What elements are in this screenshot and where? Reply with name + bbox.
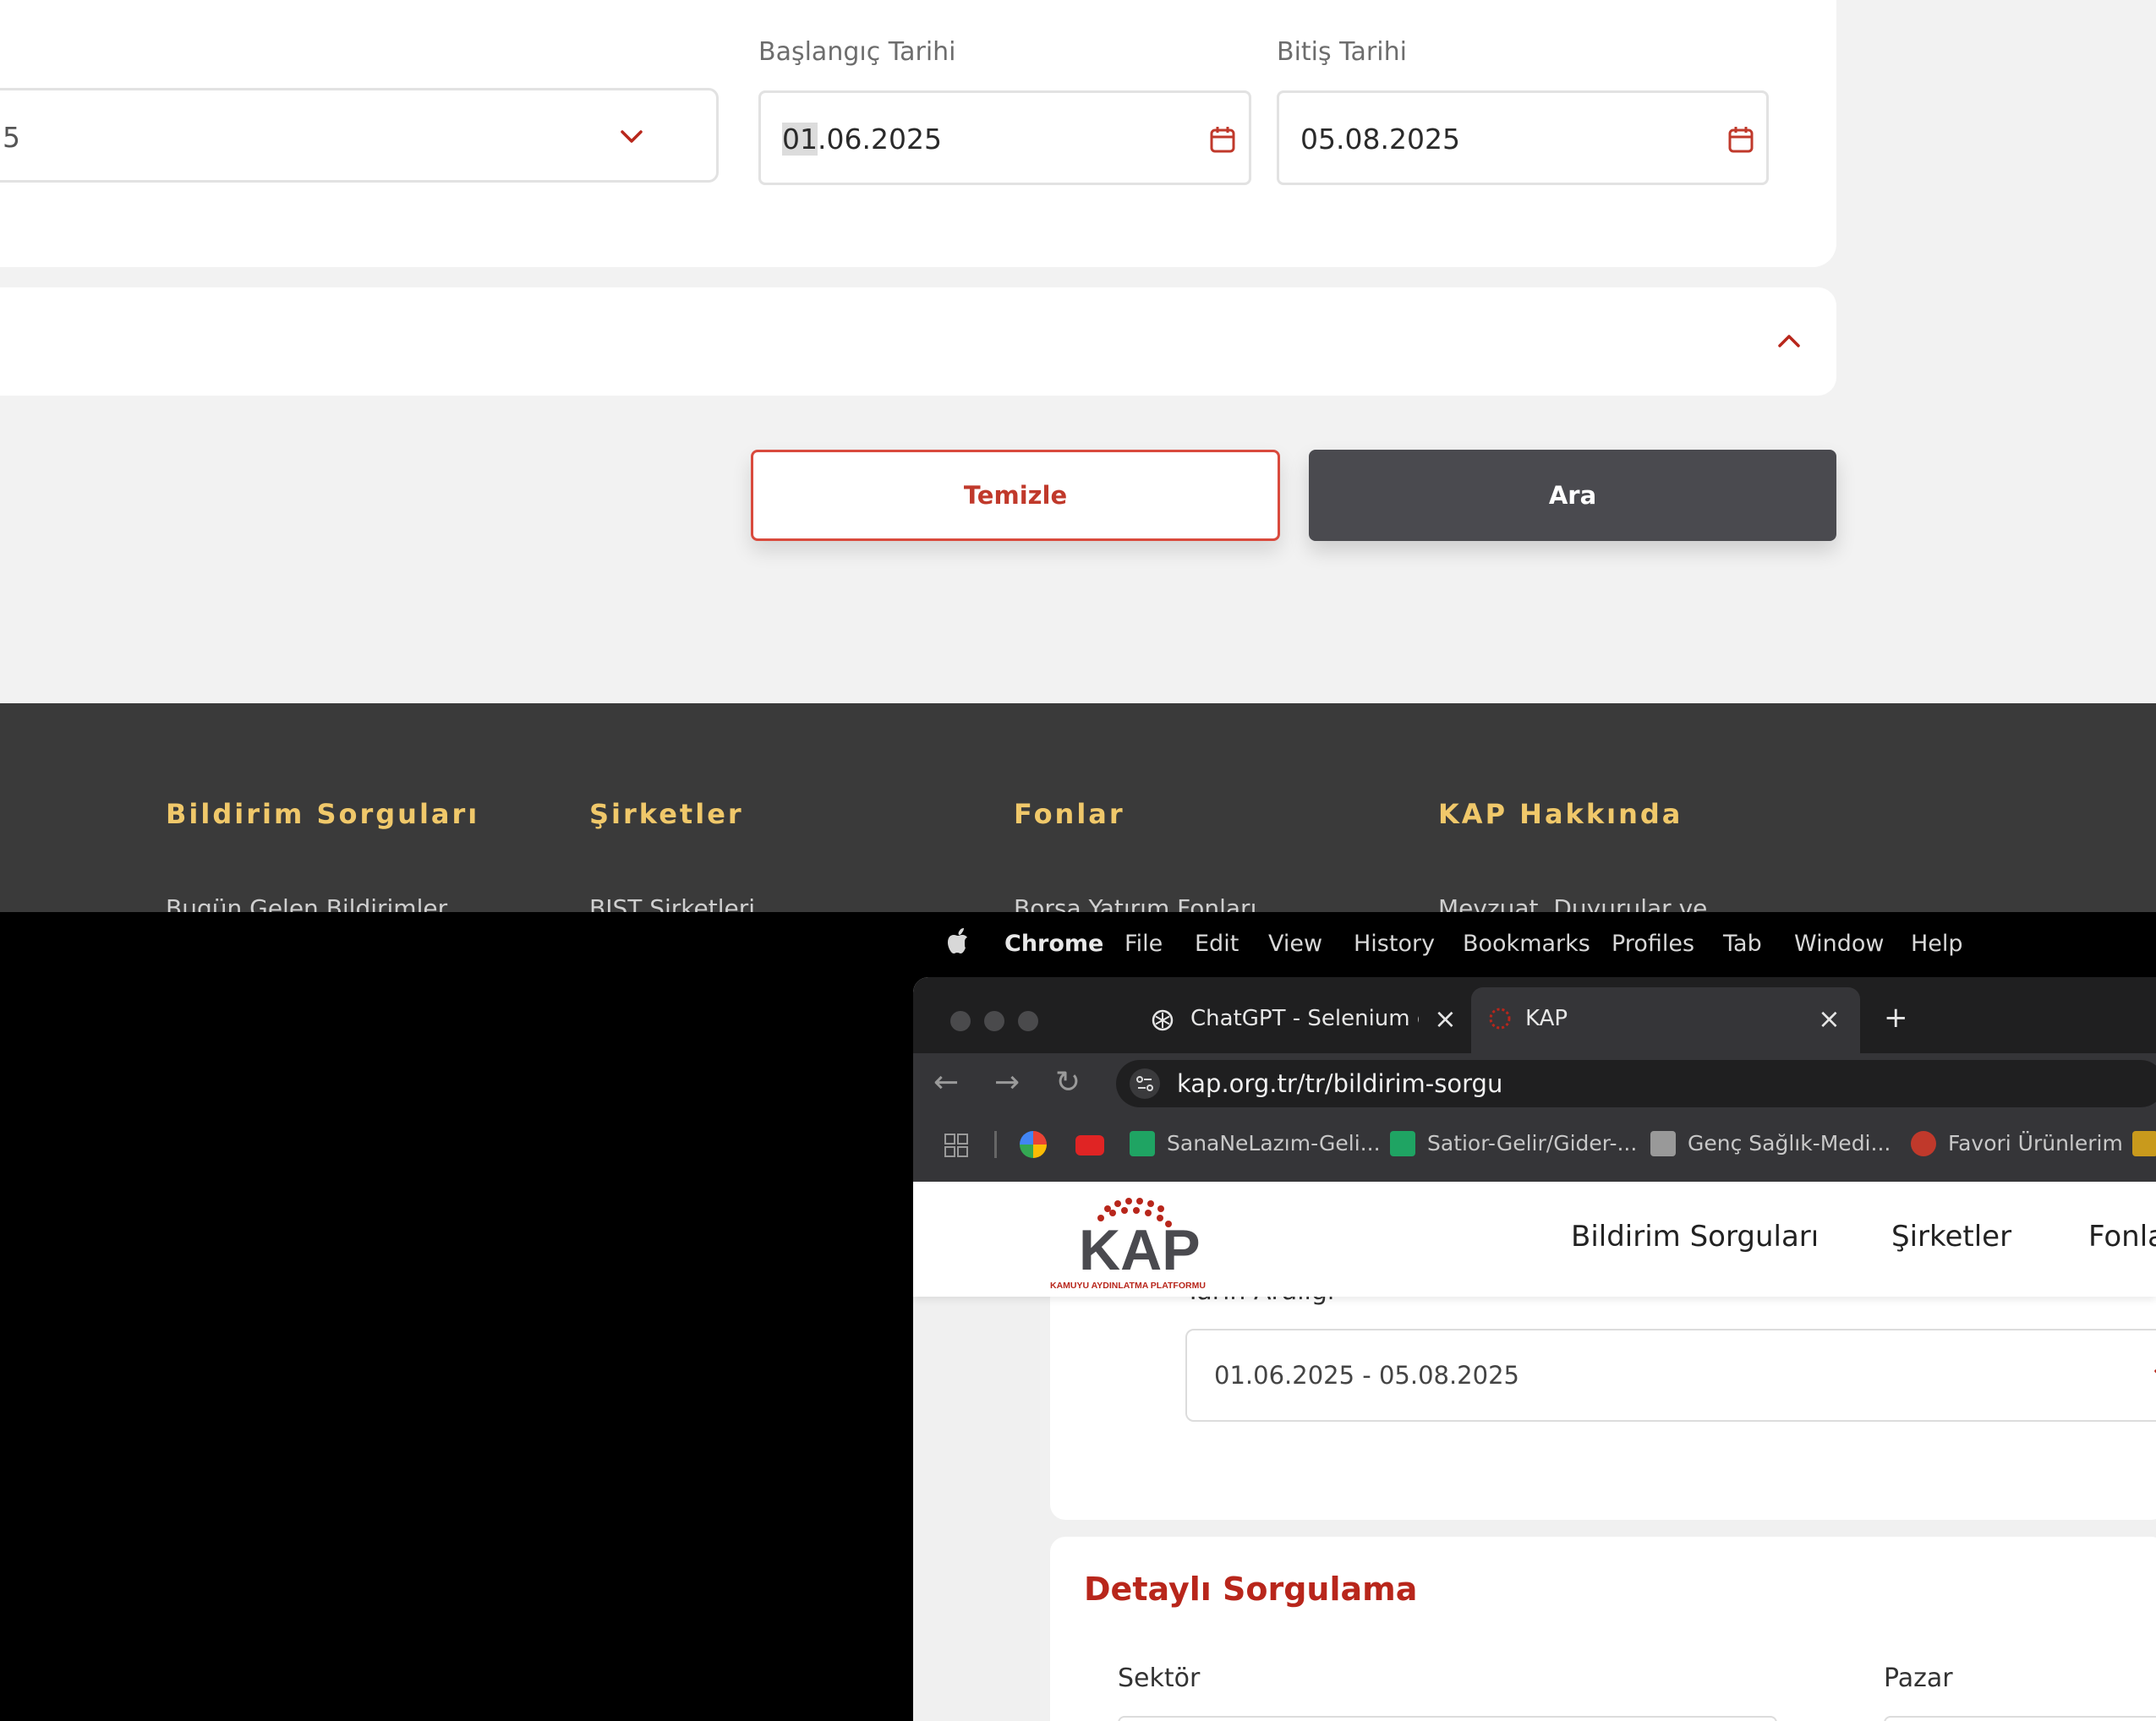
nav-notifications[interactable]: Bildirim Sorguları bbox=[1571, 1220, 1819, 1254]
bookmark-item[interactable]: Satior-Gelir/Gider-... bbox=[1427, 1131, 1637, 1156]
footer-heading-companies: Şirketler bbox=[589, 798, 744, 830]
site-footer: Bildirim Sorguları Bugün Gelen Bildiriml… bbox=[0, 703, 2156, 912]
market-select[interactable] bbox=[1884, 1716, 2156, 1721]
footer-link[interactable]: Borsa Yatırım Fonları bbox=[1014, 894, 1256, 912]
menu-edit[interactable]: Edit bbox=[1195, 931, 1239, 957]
zoom-window-button[interactable] bbox=[1018, 1011, 1038, 1031]
favorites-icon bbox=[1911, 1131, 1936, 1156]
close-window-button[interactable] bbox=[950, 1011, 971, 1031]
detail-search-card: Detaylı Sorgulama Sektör Pazar bbox=[1050, 1537, 2156, 1721]
menu-bookmarks[interactable]: Bookmarks bbox=[1463, 931, 1590, 957]
logo-text: KAP bbox=[1079, 1218, 1201, 1282]
menu-view[interactable]: View bbox=[1268, 931, 1322, 957]
menu-file[interactable]: File bbox=[1125, 931, 1163, 957]
period-select[interactable]: 5 bbox=[0, 88, 719, 183]
kap-logo[interactable]: KAP KAMUYU AYDINLATMA PLATFORMU bbox=[1048, 1190, 1226, 1292]
chrome-window: ChatGPT - Selenium öğreniyo × KAP × + ← … bbox=[913, 977, 2156, 1721]
apps-grid-icon[interactable] bbox=[944, 1133, 969, 1161]
bookmarks-bar: SanaNeLazım-Geli... Satior-Gelir/Gider-.… bbox=[913, 1112, 2156, 1182]
sector-select[interactable] bbox=[1118, 1716, 1777, 1721]
menu-profiles[interactable]: Profiles bbox=[1612, 931, 1694, 957]
nav-companies[interactable]: Şirketler bbox=[1891, 1220, 2011, 1254]
market-label: Pazar bbox=[1884, 1664, 1953, 1693]
nav-funds[interactable]: Fonla bbox=[2088, 1220, 2156, 1254]
tab-title: KAP bbox=[1525, 1006, 1568, 1031]
tab-kap[interactable]: KAP × bbox=[1471, 987, 1860, 1053]
bookmark-item[interactable]: Genç Sağlık-Medi... bbox=[1688, 1131, 1891, 1156]
youtube-icon[interactable] bbox=[1075, 1135, 1104, 1156]
zoomed-page-view: 5 Başlangıç Tarihi 01.06.2025 Bitiş Tari… bbox=[0, 0, 2156, 912]
start-date-label: Başlangıç Tarihi bbox=[758, 37, 956, 67]
sheets-icon bbox=[1390, 1131, 1415, 1156]
minimize-window-button[interactable] bbox=[984, 1011, 1004, 1031]
end-date-value: 05.08.2025 bbox=[1300, 123, 1460, 156]
close-icon[interactable]: × bbox=[1434, 1003, 1457, 1035]
back-icon[interactable]: ← bbox=[933, 1065, 959, 1100]
start-date-value: 01.06.2025 bbox=[782, 123, 942, 156]
footer-link[interactable]: BIST Şirketleri bbox=[589, 894, 755, 912]
site-icon bbox=[1650, 1131, 1676, 1156]
date-filter-card: Tarih Aralığı 01.06.2025 - 05.08.2025 bbox=[1050, 1276, 2156, 1520]
chatgpt-icon bbox=[1150, 1008, 1175, 1033]
apple-icon[interactable] bbox=[947, 926, 972, 962]
bookmark-item[interactable]: SanaNeLazım-Geli... bbox=[1167, 1131, 1381, 1156]
calendar-icon[interactable] bbox=[1209, 125, 1236, 154]
tab-title: ChatGPT - Selenium öğreniyo bbox=[1190, 1006, 1419, 1031]
menu-help[interactable]: Help bbox=[1911, 931, 1963, 957]
new-tab-icon[interactable]: + bbox=[1884, 1001, 1908, 1035]
google-icon[interactable] bbox=[1020, 1131, 1047, 1158]
bookmarks-divider bbox=[994, 1131, 997, 1158]
site-settings-icon[interactable] bbox=[1130, 1068, 1160, 1099]
footer-heading-about: KAP Hakkında bbox=[1438, 798, 1683, 830]
date-range-select[interactable]: 01.06.2025 - 05.08.2025 bbox=[1185, 1329, 2156, 1422]
menu-tab[interactable]: Tab bbox=[1723, 931, 1762, 957]
reload-icon[interactable]: ↻ bbox=[1055, 1065, 1081, 1100]
search-button[interactable]: Ara bbox=[1309, 450, 1836, 541]
chevron-down-icon bbox=[618, 124, 645, 150]
sector-label: Sektör bbox=[1118, 1664, 1201, 1693]
date-range-value: 01.06.2025 - 05.08.2025 bbox=[1214, 1361, 1519, 1390]
footer-heading-notifications: Bildirim Sorguları bbox=[166, 798, 480, 830]
kap-website: Tarih Aralığı 01.06.2025 - 05.08.2025 De… bbox=[913, 1182, 2156, 1721]
menu-window[interactable]: Window bbox=[1794, 931, 1884, 957]
bookmark-overflow-icon[interactable] bbox=[2132, 1131, 2156, 1156]
close-icon[interactable]: × bbox=[1818, 1003, 1841, 1035]
end-date-label: Bitiş Tarihi bbox=[1277, 37, 1407, 67]
clear-button[interactable]: Temizle bbox=[751, 450, 1280, 541]
footer-link[interactable]: Bugün Gelen Bildirimler bbox=[166, 894, 447, 912]
sheets-icon bbox=[1130, 1131, 1155, 1156]
footer-link[interactable]: Mevzuat, Duyurular ve bbox=[1438, 894, 1707, 912]
url-text[interactable]: kap.org.tr/tr/bildirim-sorgu bbox=[1177, 1069, 1502, 1098]
menubar-app-name[interactable]: Chrome bbox=[1004, 931, 1103, 957]
menu-history[interactable]: History bbox=[1354, 931, 1435, 957]
chevron-up-icon[interactable] bbox=[1776, 330, 1803, 352]
logo-subtitle: KAMUYU AYDINLATMA PLATFORMU bbox=[1050, 1281, 1206, 1291]
bookmark-item[interactable]: Favori Ürünlerim bbox=[1948, 1131, 2123, 1156]
calendar-icon[interactable] bbox=[1727, 125, 1754, 154]
start-date-input[interactable]: 01.06.2025 bbox=[758, 90, 1251, 185]
forward-icon[interactable]: → bbox=[994, 1065, 1020, 1100]
period-select-value: 5 bbox=[3, 121, 20, 154]
chevron-down-icon bbox=[2153, 1364, 2156, 1386]
tab-strip: ChatGPT - Selenium öğreniyo × KAP × + bbox=[913, 977, 2156, 1053]
tab-chatgpt[interactable]: ChatGPT - Selenium öğreniyo × bbox=[1074, 987, 1471, 1053]
detail-collapse-panel[interactable] bbox=[0, 287, 1836, 396]
site-header: KAP KAMUYU AYDINLATMA PLATFORMU Bildirim… bbox=[913, 1182, 2156, 1297]
detail-search-title: Detaylı Sorgulama bbox=[1084, 1571, 1418, 1608]
browser-toolbar: ← → ↻ kap.org.tr/tr/bildirim-sorgu bbox=[913, 1053, 2156, 1112]
mac-menubar: Chrome File Edit View History Bookmarks … bbox=[913, 912, 2156, 975]
footer-heading-funds: Fonlar bbox=[1014, 798, 1125, 830]
address-bar[interactable]: kap.org.tr/tr/bildirim-sorgu bbox=[1116, 1060, 2156, 1107]
end-date-input[interactable]: 05.08.2025 bbox=[1277, 90, 1769, 185]
kap-favicon bbox=[1486, 1006, 1513, 1037]
